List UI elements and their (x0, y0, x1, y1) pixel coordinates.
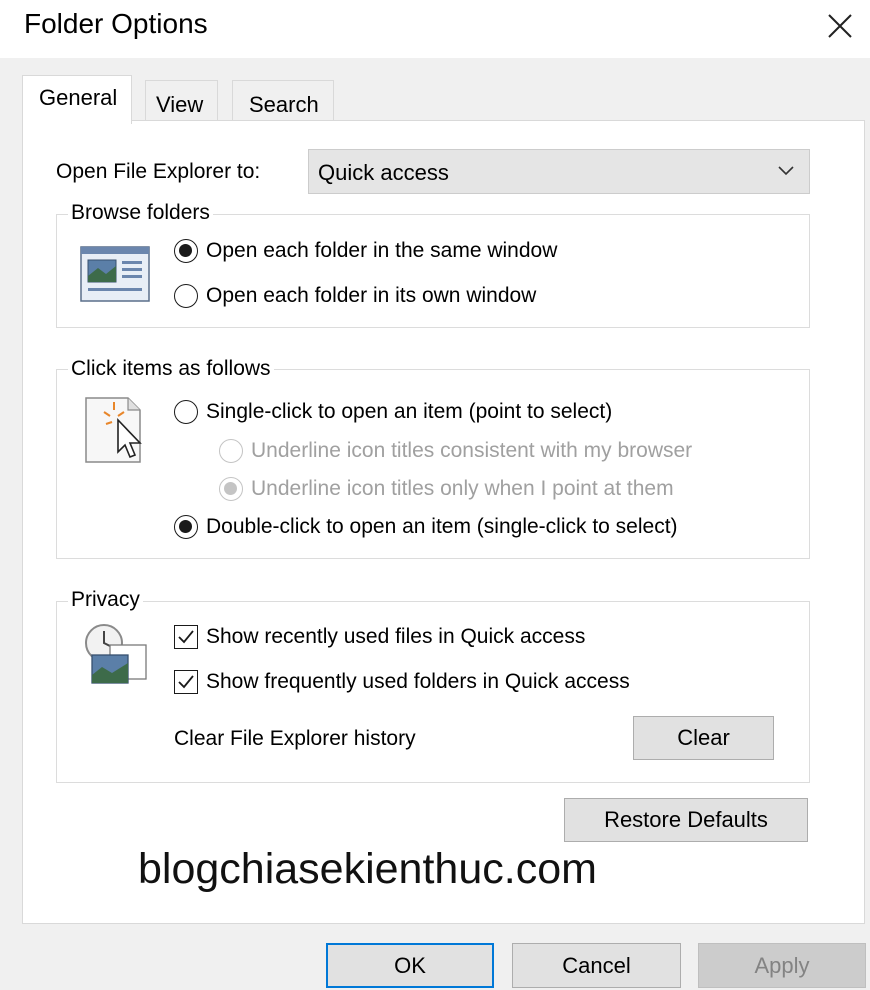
underline-point-label[interactable]: Underline icon titles only when I point … (251, 477, 674, 501)
recent-files-checkbox[interactable] (174, 625, 198, 649)
double-click-radio[interactable] (174, 515, 198, 539)
cancel-button[interactable]: Cancel (512, 943, 681, 988)
open-to-select[interactable]: Quick access (308, 149, 810, 194)
click-pointer-icon (85, 397, 142, 463)
close-icon (828, 14, 852, 38)
window-title: Folder Options (24, 8, 208, 39)
recent-files-label[interactable]: Show recently used files in Quick access (206, 625, 585, 649)
single-click-label[interactable]: Single-click to open an item (point to s… (206, 400, 612, 424)
frequent-folders-label[interactable]: Show frequently used folders in Quick ac… (206, 670, 630, 694)
recent-files-icon (85, 624, 147, 684)
tab-general[interactable]: General (22, 75, 133, 124)
clear-history-label: Clear File Explorer history (174, 727, 416, 750)
own-window-radio[interactable] (174, 284, 198, 308)
single-click-radio[interactable] (174, 400, 198, 424)
checkmark-icon (178, 630, 194, 644)
privacy-legend: Privacy (68, 588, 143, 612)
window-icon (80, 246, 150, 302)
same-window-label[interactable]: Open each folder in the same window (206, 239, 557, 263)
browse-folders-group (56, 214, 810, 328)
tab-view[interactable]: View (145, 80, 219, 123)
same-window-radio[interactable] (174, 239, 198, 263)
click-items-legend: Click items as follows (68, 357, 274, 381)
title-bar: Folder Options (0, 0, 870, 58)
open-to-label: Open File Explorer to: (56, 160, 261, 183)
double-click-label[interactable]: Double-click to open an item (single-cli… (206, 515, 678, 539)
chevron-down-icon (778, 166, 794, 176)
frequent-folders-checkbox[interactable] (174, 670, 198, 694)
own-window-label[interactable]: Open each folder in its own window (206, 284, 536, 308)
restore-defaults-button[interactable]: Restore Defaults (564, 798, 808, 842)
browse-folders-legend: Browse folders (68, 201, 213, 225)
apply-button[interactable]: Apply (698, 943, 866, 988)
open-to-value: Quick access (318, 160, 449, 185)
underline-point-radio[interactable] (219, 477, 243, 501)
tab-search[interactable]: Search (232, 80, 334, 123)
ok-button[interactable]: OK (326, 943, 494, 988)
clear-button[interactable]: Clear (633, 716, 774, 760)
checkmark-icon (178, 675, 194, 689)
underline-browser-label[interactable]: Underline icon titles consistent with my… (251, 439, 692, 463)
close-button[interactable] (814, 2, 866, 50)
watermark-text: blogchiasekienthuc.com (138, 845, 597, 893)
underline-browser-radio[interactable] (219, 439, 243, 463)
